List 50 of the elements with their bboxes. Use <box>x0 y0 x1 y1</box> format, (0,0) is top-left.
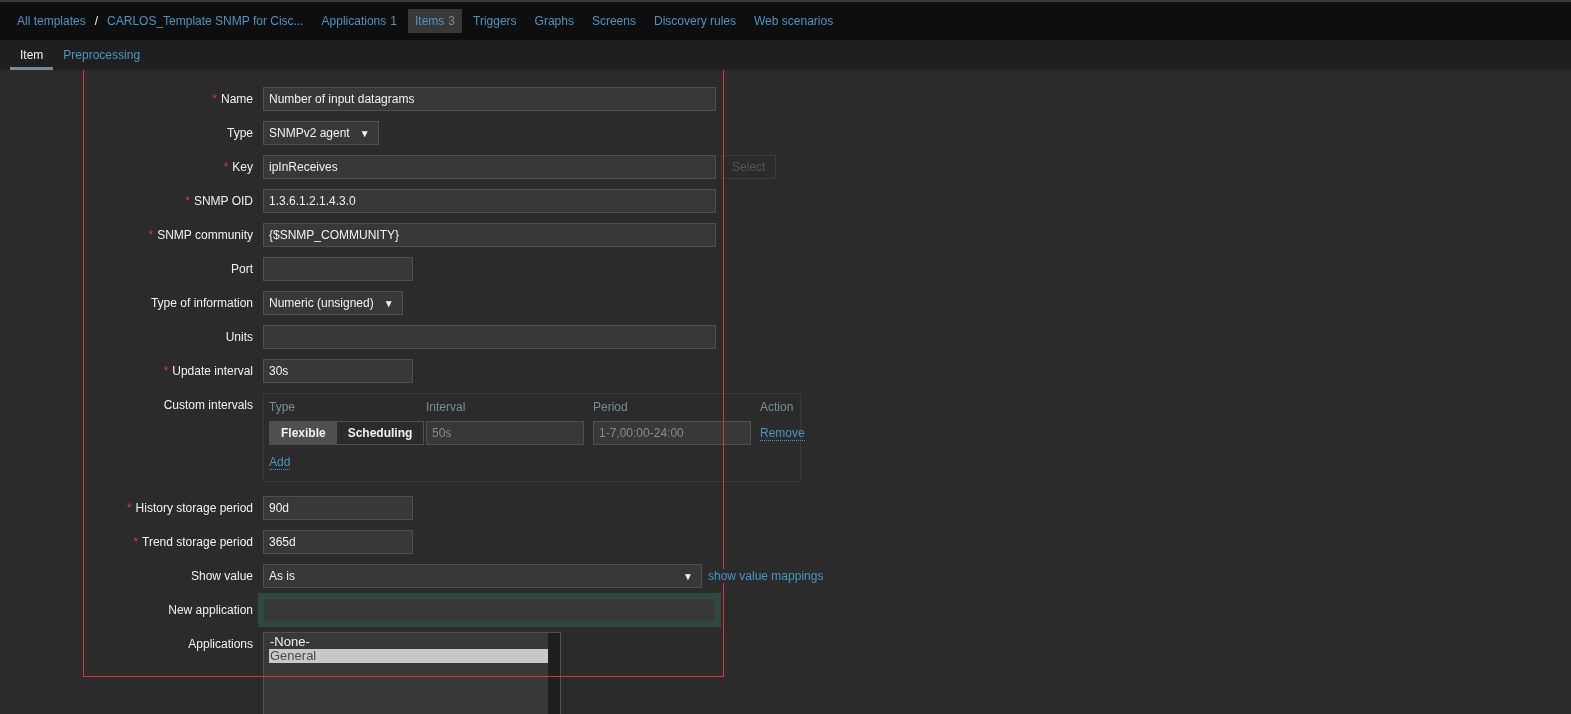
text-field[interactable]: 365d <box>263 530 413 554</box>
text-field[interactable]: 1.3.6.1.2.1.4.3.0 <box>263 189 716 213</box>
list-option[interactable]: -None- <box>269 635 548 649</box>
text-field[interactable]: Number of input datagrams <box>263 87 716 111</box>
nav-link[interactable]: Items 3 <box>407 9 462 33</box>
field-label: * Trend storage period <box>132 534 253 551</box>
list-option[interactable]: General <box>269 649 548 663</box>
tab[interactable]: Item <box>10 40 54 70</box>
text-field[interactable]: ipInReceives <box>263 155 716 179</box>
field-label: * History storage period <box>125 500 253 517</box>
field-label: Show value <box>189 568 253 585</box>
text-field[interactable]: 90d <box>263 496 413 520</box>
nav-link[interactable]: Screens <box>584 9 643 33</box>
column-header: Interval <box>426 400 467 414</box>
nav-link[interactable]: All templates <box>10 9 93 33</box>
breadcrumb-separator: / <box>94 14 99 28</box>
field-label: * Name <box>211 91 253 108</box>
field-label: Units <box>224 329 253 346</box>
field-label: Type of information <box>149 295 253 312</box>
remove-link[interactable]: Remove <box>760 426 805 441</box>
field-label: * SNMP OID <box>184 193 253 210</box>
add-link[interactable]: Add <box>269 455 291 470</box>
nav-link[interactable]: CARLOS_Template SNMP for Cisc... <box>100 9 311 33</box>
text-field[interactable]: {$SNMP_COMMUNITY} <box>263 223 716 247</box>
nav-link[interactable]: Applications 1 <box>314 9 404 33</box>
field-label: * Key <box>222 159 253 176</box>
column-header: Period <box>593 400 629 414</box>
text-field[interactable]: 30s <box>263 359 413 383</box>
interval-field[interactable]: 50s <box>426 421 584 445</box>
nav-link[interactable]: Graphs <box>527 9 581 33</box>
column-header: Type <box>269 400 296 414</box>
column-header: Action <box>760 400 795 414</box>
nav-link[interactable]: Triggers <box>466 9 524 33</box>
field-label: Applications <box>187 636 253 653</box>
dropdown[interactable]: As is ▼ <box>263 564 702 588</box>
field-label: * SNMP community <box>147 227 253 244</box>
dropdown[interactable]: SNMPv2 agent ▼ <box>263 121 379 145</box>
field-label: Port <box>230 261 253 278</box>
field-label: Custom intervals <box>162 397 253 414</box>
nav-link[interactable]: Web scenarios <box>747 9 841 33</box>
toggle-option[interactable]: Flexible <box>270 422 337 444</box>
period-field[interactable]: 1-7,00:00-24:00 <box>593 421 751 445</box>
dropdown[interactable]: Numeric (unsigned) ▼ <box>263 291 403 315</box>
tab[interactable]: Preprocessing <box>53 40 151 70</box>
value-mappings-link[interactable]: show value mappings <box>707 569 825 583</box>
field-label: New application <box>167 602 253 619</box>
applications-listbox[interactable]: -None- General <box>263 632 561 714</box>
field-label: Type <box>226 125 253 142</box>
field-label: * Update interval <box>162 363 253 380</box>
nav-link[interactable]: Discovery rules <box>646 9 743 33</box>
